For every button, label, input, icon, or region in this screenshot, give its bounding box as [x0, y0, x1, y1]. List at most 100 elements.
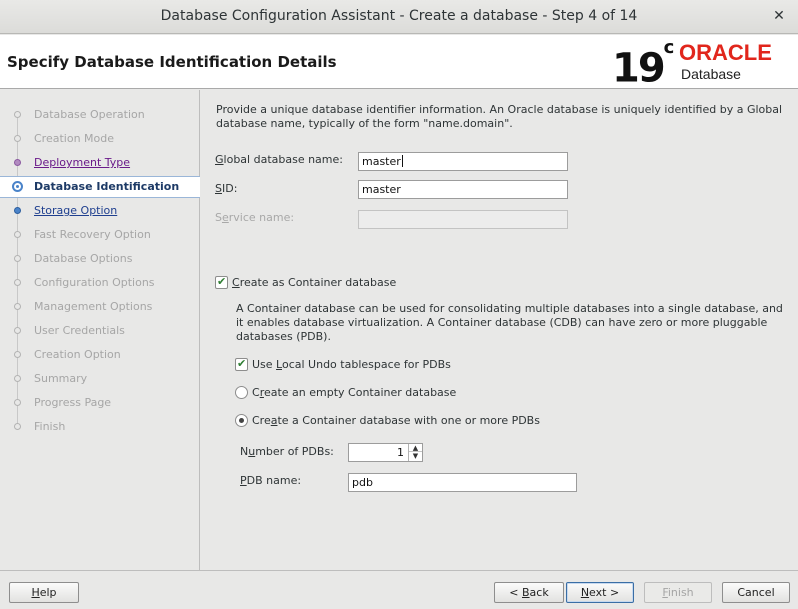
cdb-with-pdbs-radio[interactable] [235, 414, 248, 427]
help-label: elp [39, 586, 57, 599]
num-pdbs-label-pre: N [240, 445, 249, 458]
step-dot-icon [14, 303, 21, 310]
service-name-label: Service name: [215, 211, 294, 224]
step-label: Finish [34, 420, 66, 433]
container-db-mnemonic: C [232, 276, 240, 289]
sid-label: SID: [215, 182, 237, 195]
logo-version-number: 19 [612, 45, 666, 92]
step-current-icon [12, 181, 23, 192]
num-pdbs-stepper[interactable]: 1 ▲ ▼ [348, 443, 423, 462]
step-label: Database Operation [34, 108, 145, 121]
step-label: Summary [34, 372, 88, 385]
pdb-name-mnemonic: P [240, 474, 247, 487]
step-label: Fast Recovery Option [34, 228, 151, 241]
cdb-with-pdbs-label-text: te a Container database with one or more… [277, 414, 540, 427]
sid-label-text: ID: [221, 182, 238, 195]
step-label: Creation Option [34, 348, 121, 361]
empty-cdb-label-text: eate an empty Container database [263, 386, 457, 399]
chevron-down-icon[interactable]: ▼ [409, 452, 422, 460]
container-db-description: A Container database can be used for con… [236, 302, 783, 343]
next-button[interactable]: Next > [566, 582, 634, 603]
steps-sidebar: Database Operation Creation Mode Deploym… [0, 90, 200, 570]
num-pdbs-label-text: mber of PDBs: [255, 445, 334, 458]
step-dot-icon [14, 111, 21, 118]
step-label: User Credentials [34, 324, 125, 337]
step-dot-icon [14, 279, 21, 286]
empty-cdb-radio[interactable] [235, 386, 248, 399]
step-dot-icon [14, 231, 21, 238]
pdb-name-input[interactable]: pdb [348, 473, 577, 492]
service-name-mnemonic: e [221, 211, 229, 224]
sid-value: master [362, 183, 401, 196]
service-name-label-pre: S [215, 211, 222, 224]
back-label: ack [529, 586, 549, 599]
step-dot-icon [14, 351, 21, 358]
step-database-options: Database Options [0, 249, 200, 269]
service-name-input [358, 210, 568, 229]
step-creation-mode: Creation Mode [0, 129, 200, 149]
local-undo-label-text: ocal Undo tablespace for PDBs [281, 358, 451, 371]
step-finish: Finish [0, 417, 200, 437]
num-pdbs-label: Number of PDBs: [240, 445, 334, 458]
global-db-name-input[interactable]: master [358, 152, 568, 171]
back-button[interactable]: < Back [494, 582, 564, 603]
step-label: Progress Page [34, 396, 112, 409]
step-label[interactable]: Storage Option [34, 204, 117, 217]
next-label: ext > [589, 586, 620, 599]
step-label: Database Options [34, 252, 133, 265]
step-dot-icon [14, 159, 21, 166]
step-dot-icon [14, 135, 21, 142]
chevron-up-icon[interactable]: ▲ [409, 444, 422, 452]
global-db-name-label: Global database name: [215, 153, 343, 166]
step-label: Creation Mode [34, 132, 115, 145]
stepper-arrows: ▲ ▼ [408, 444, 422, 461]
next-mnemonic: N [580, 586, 590, 599]
logo-product: Database [681, 66, 741, 82]
sid-input[interactable]: master [358, 180, 568, 199]
pdb-name-label: PDB name: [240, 474, 301, 487]
step-label: Management Options [34, 300, 153, 313]
step-progress-page: Progress Page [0, 393, 200, 413]
help-button[interactable]: Help [9, 582, 79, 603]
local-undo-label[interactable]: Use Local Undo tablespace for PDBs [252, 358, 451, 371]
local-undo-checkbox[interactable] [235, 357, 248, 371]
step-dot-icon [14, 375, 21, 382]
global-db-name-value: master [362, 155, 401, 168]
step-dot-icon [14, 327, 21, 334]
step-label: Configuration Options [34, 276, 155, 289]
step-dot-icon [14, 207, 21, 214]
step-database-operation: Database Operation [0, 105, 200, 125]
container-db-label[interactable]: Create as Container database [232, 276, 396, 289]
window-title: Database Configuration Assistant - Creat… [160, 8, 638, 24]
finish-button: Finish [644, 582, 712, 603]
step-user-credentials: User Credentials [0, 321, 200, 341]
step-label[interactable]: Deployment Type [34, 156, 130, 169]
global-db-name-mnemonic: G [215, 153, 224, 166]
pdb-name-label-text: DB name: [246, 474, 302, 487]
step-deployment-type[interactable]: Deployment Type [0, 153, 200, 173]
local-undo-label-pre: Use [252, 358, 277, 371]
page-title: Specify Database Identification Details [7, 53, 337, 71]
close-icon[interactable]: ✕ [770, 7, 788, 25]
step-configuration-options: Configuration Options [0, 273, 200, 293]
window-titlebar: Database Configuration Assistant - Creat… [0, 0, 798, 34]
container-db-label-text: reate as Container database [239, 276, 397, 289]
back-label-pre: < [509, 586, 522, 599]
container-db-checkbox[interactable] [215, 275, 228, 289]
back-mnemonic: B [522, 586, 530, 599]
step-storage-option[interactable]: Storage Option [0, 201, 200, 221]
page-header: Specify Database Identification Details … [0, 35, 798, 92]
step-summary: Summary [0, 369, 200, 389]
step-dot-icon [14, 423, 21, 430]
pdb-name-value: pdb [352, 476, 373, 489]
step-fast-recovery-option: Fast Recovery Option [0, 225, 200, 245]
cdb-with-pdbs-label-pre: Cre [252, 414, 271, 427]
button-bar: Help < Back Next > Finish Cancel [0, 570, 798, 609]
cancel-button[interactable]: Cancel [722, 582, 790, 603]
num-pdbs-value: 1 [397, 446, 404, 459]
empty-cdb-label[interactable]: Create an empty Container database [252, 386, 456, 399]
main-content: Provide a unique database identifier inf… [201, 90, 798, 570]
step-dot-icon [14, 255, 21, 262]
cdb-with-pdbs-label[interactable]: Create a Container database with one or … [252, 414, 540, 427]
service-name-label-text: rvice name: [228, 211, 295, 224]
